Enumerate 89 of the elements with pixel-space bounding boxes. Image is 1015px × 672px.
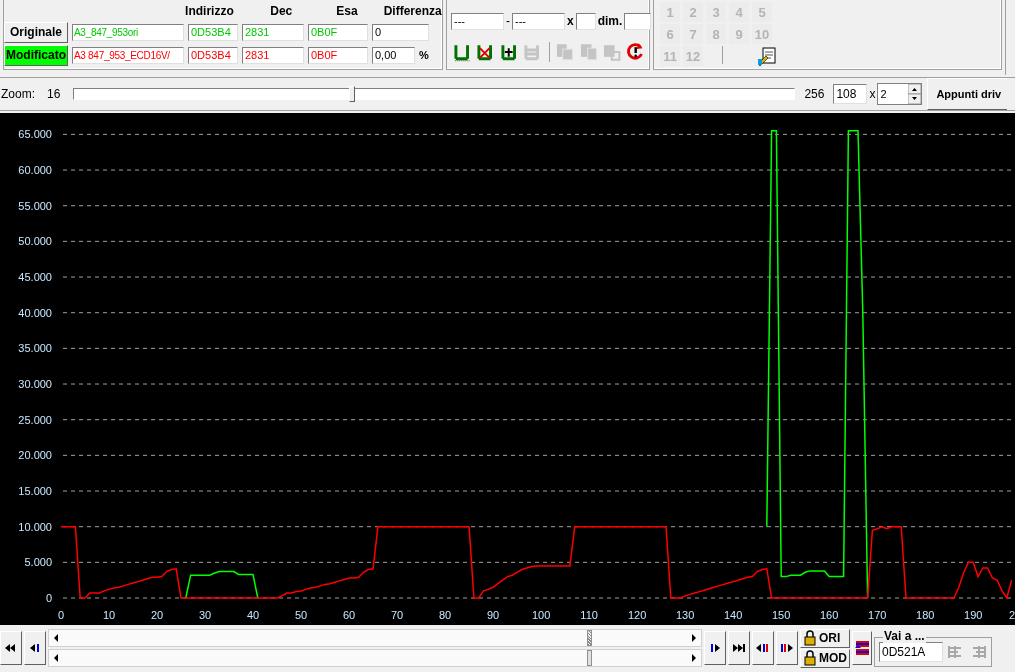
- x-tick-label: 2: [1009, 609, 1015, 621]
- notepad-icon[interactable]: [756, 46, 778, 66]
- x-tick-label: 160: [820, 609, 839, 621]
- dec-field[interactable]: 2831: [242, 23, 304, 41]
- x-label: x: [567, 14, 574, 28]
- column-header: Indirizzo: [185, 4, 234, 18]
- x-tick-label: 70: [390, 609, 404, 621]
- hex-field[interactable]: 0B0F: [308, 46, 368, 64]
- factor-spinner[interactable]: 2: [877, 83, 923, 105]
- dim-label: dim.: [597, 14, 623, 28]
- difference-field[interactable]: 0,00: [372, 46, 415, 64]
- x-tick-label: 20: [150, 609, 164, 621]
- zoom-slider[interactable]: [73, 88, 796, 100]
- x-tick-label: 80: [438, 609, 452, 621]
- y-tick-label: 60.000: [18, 164, 52, 177]
- hex-field[interactable]: 0B0F: [308, 23, 368, 41]
- y-tick-label: 65.000: [18, 128, 52, 141]
- nav-button[interactable]: [0, 631, 22, 665]
- x-tick-label: 90: [487, 609, 500, 621]
- file-button[interactable]: Originale: [4, 21, 68, 43]
- y-tick-label: 35.000: [18, 342, 52, 355]
- column-header: Differenza: [383, 4, 442, 18]
- column-header: Dec: [269, 4, 294, 18]
- dash-label: -: [506, 14, 510, 28]
- x-field[interactable]: [575, 12, 596, 30]
- y-tick-label: 55.000: [18, 199, 52, 212]
- zoom-label: Zoom:: [1, 87, 35, 101]
- x-tick-label: 180: [916, 609, 935, 621]
- slider-thumb[interactable]: [348, 86, 355, 102]
- y-tick-label: 40.000: [18, 306, 52, 319]
- from-field[interactable]: ---: [451, 12, 504, 30]
- y-tick-label: 50.000: [18, 235, 52, 248]
- y-tick-label: 15.000: [18, 485, 52, 497]
- scrollbar[interactable]: [48, 629, 702, 647]
- x-tick-label: 150: [772, 609, 791, 621]
- spin-arrows-icon[interactable]: [908, 84, 922, 104]
- x-tick-label: 130: [676, 609, 695, 621]
- address-field[interactable]: 0D521A: [879, 642, 943, 662]
- y-tick-label: 0: [45, 592, 52, 604]
- flag-icon: [853, 639, 871, 657]
- dec-field[interactable]: 2831: [242, 46, 304, 64]
- x-tick-label: 10: [102, 609, 116, 621]
- refresh-icon[interactable]: [625, 42, 645, 62]
- file-button[interactable]: Modificato: [4, 44, 68, 66]
- x-tick-label: 50: [294, 609, 308, 621]
- nav-button[interactable]: [704, 631, 726, 665]
- y-tick-label: 45.000: [18, 271, 52, 284]
- scroll-thumb[interactable]: [587, 650, 593, 666]
- x-tick-label: 190: [964, 609, 983, 621]
- nav-button[interactable]: [776, 631, 798, 665]
- column-header: Esa: [335, 4, 359, 18]
- dim-field[interactable]: [624, 12, 652, 30]
- nav-button[interactable]: [728, 631, 750, 665]
- x-tick-label: 0: [57, 609, 65, 621]
- y-tick-label: 30.000: [18, 378, 52, 391]
- y-tick-label: 10.000: [18, 520, 52, 533]
- nav-button[interactable]: [24, 631, 46, 665]
- lock-button[interactable]: ORI: [800, 628, 850, 648]
- clipboard-button[interactable]: Appunti driv: [927, 78, 1008, 110]
- zoom-field[interactable]: 108: [833, 84, 868, 104]
- address-field[interactable]: 0D53B4: [188, 23, 238, 41]
- x-label: x: [869, 87, 876, 101]
- x-tick-label: 30: [198, 609, 212, 621]
- y-tick-label: 20.000: [18, 449, 52, 462]
- x-tick-label: 120: [627, 609, 647, 621]
- goto-label: Vai a ...: [883, 629, 926, 643]
- x-tick-label: 60: [342, 609, 356, 621]
- difference-field[interactable]: 0: [372, 23, 429, 41]
- min-label: 16: [47, 87, 61, 101]
- scroll-thumb[interactable]: [587, 630, 593, 646]
- scrollbar[interactable]: [48, 649, 702, 667]
- address-field[interactable]: 0D53B4: [188, 46, 238, 64]
- x-tick-label: 110: [580, 609, 598, 621]
- file-field[interactable]: A3_847_953ori: [72, 23, 184, 41]
- y-tick-label: 5.000: [24, 556, 52, 569]
- to-field[interactable]: ---: [512, 12, 565, 30]
- max-label: 256: [804, 87, 825, 101]
- nav-button[interactable]: [752, 631, 774, 665]
- file-field[interactable]: A3 847_953_ECD16V/: [72, 46, 184, 64]
- x-tick-label: 100: [531, 609, 551, 621]
- percent-label: %: [419, 49, 429, 61]
- swap-button[interactable]: [852, 631, 872, 665]
- lock-button[interactable]: MOD: [800, 648, 850, 668]
- padlock-icon: [803, 650, 817, 666]
- y-tick-label: 25.000: [18, 413, 52, 426]
- x-tick-label: 170: [868, 609, 887, 621]
- x-tick-label: 40: [246, 609, 260, 621]
- x-tick-label: 140: [724, 609, 743, 621]
- padlock-icon: [803, 630, 817, 646]
